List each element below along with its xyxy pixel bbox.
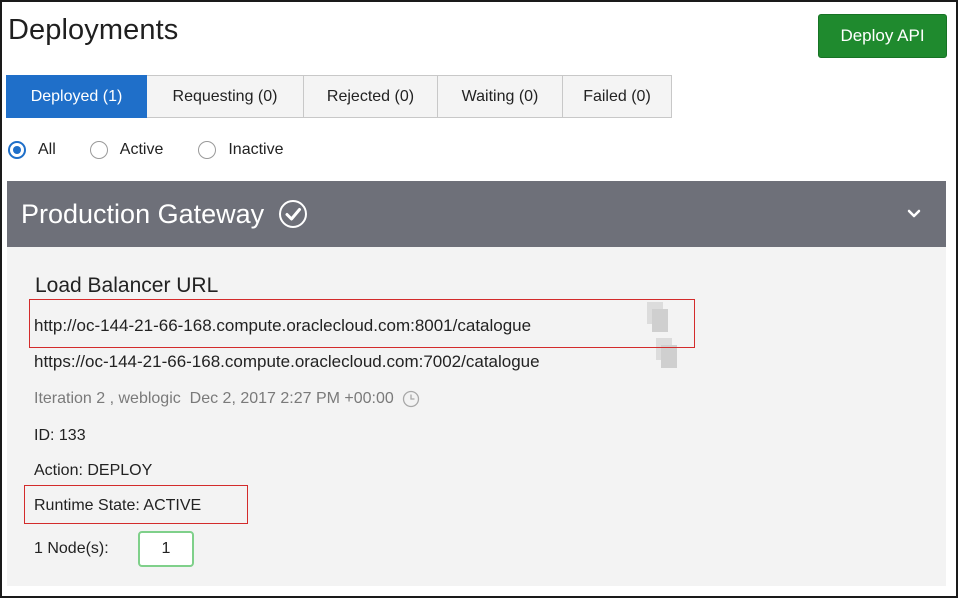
filter-inactive-label: Inactive [228,141,284,158]
load-balancer-title: Load Balancer URL [35,274,219,297]
check-circle-icon [278,199,308,229]
gateway-header[interactable]: Production Gateway [7,181,946,247]
page-title: Deployments [8,14,179,46]
tab-deployed[interactable]: Deployed (1) [6,75,147,118]
iteration-info: Iteration 2 , weblogic Dec 2, 2017 2:27 … [34,390,394,407]
radio-active[interactable] [89,141,108,159]
radio-inactive[interactable] [198,141,217,159]
deployment-id: ID: 133 [34,427,86,444]
filter-all-label: All [38,141,56,158]
https-url-link[interactable]: https://oc-144-21-66-168.compute.oraclec… [34,352,540,372]
nodes-count-badge[interactable]: 1 [138,531,194,567]
chevron-down-icon[interactable] [904,203,924,223]
status-filter: All Active Inactive [8,141,284,159]
tab-requesting[interactable]: Requesting (0) [147,75,304,118]
filter-inactive[interactable]: Inactive [198,141,284,159]
filter-all[interactable]: All [8,141,56,159]
url-highlight-box [29,299,695,348]
nodes-label: 1 Node(s): [34,540,109,557]
deployment-tabs: Deployed (1) Requesting (0) Rejected (0)… [6,75,672,118]
tab-failed[interactable]: Failed (0) [563,75,672,118]
runtime-state-highlight-box [24,485,248,524]
deployment-action: Action: DEPLOY [34,462,153,479]
radio-all[interactable] [8,141,26,159]
clock-icon [402,390,420,408]
deploy-api-button[interactable]: Deploy API [818,14,947,58]
filter-active-label: Active [119,141,164,158]
filter-active[interactable]: Active [89,141,164,159]
gateway-name: Production Gateway [21,198,265,229]
tab-waiting[interactable]: Waiting (0) [438,75,563,118]
deployment-meta: Iteration 2 , weblogic Dec 2, 2017 2:27 … [34,390,420,408]
tab-rejected[interactable]: Rejected (0) [304,75,438,118]
